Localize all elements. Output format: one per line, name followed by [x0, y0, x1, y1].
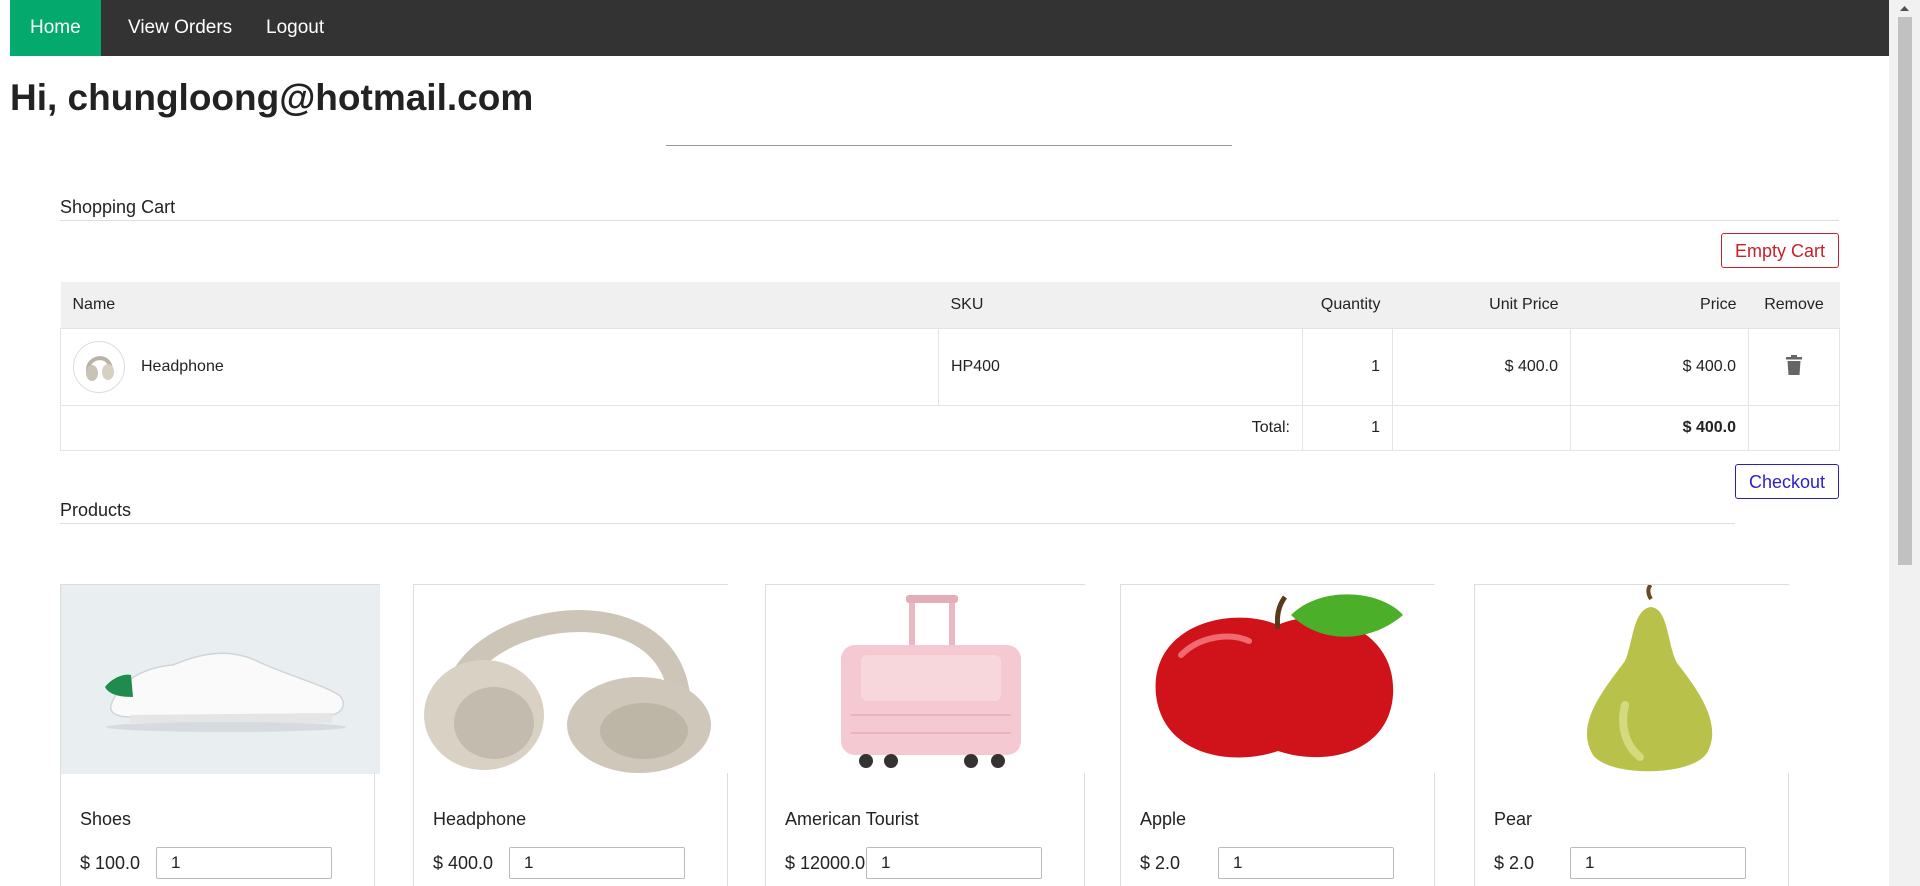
column-header-price: Price — [1570, 282, 1749, 329]
product-card: Pear $ 2.0 — [1474, 584, 1789, 886]
nav-view-orders-link[interactable]: View Orders — [108, 0, 252, 56]
product-card-body: Apple $ 2.0 — [1120, 773, 1435, 886]
shoe-image — [60, 584, 380, 774]
product-price: $ 400.0 — [433, 853, 494, 873]
cart-total-quantity: 1 — [1302, 405, 1393, 451]
column-header-remove: Remove — [1748, 282, 1840, 329]
cart-total-row: Total: 1 $ 400.0 — [60, 405, 1840, 451]
product-name: Pear — [1494, 809, 1533, 829]
pear-image — [1474, 584, 1789, 774]
cart-total-label: Total: — [60, 405, 1303, 451]
product-card-body: American Tourist $ 12000.0 — [765, 773, 1085, 886]
cart-item-name: Headphone — [141, 358, 224, 375]
product-name: Apple — [1140, 809, 1187, 829]
product-card-body: Headphone $ 400.0 — [413, 773, 728, 886]
column-header-sku: SKU — [938, 282, 1303, 329]
cart-item-sku: HP400 — [938, 328, 1303, 406]
scrollbar-thumb[interactable] — [1898, 17, 1912, 565]
cart-item-quantity: 1 — [1302, 328, 1393, 406]
greeting-heading: Hi, chungloong@hotmail.com — [10, 77, 534, 118]
product-card: Shoes $ 100.0 — [60, 584, 380, 886]
column-header-name: Name — [60, 282, 939, 329]
product-price: $ 12000.0 — [785, 853, 866, 873]
cart-total-spacer — [1392, 405, 1571, 451]
product-price: $ 100.0 — [80, 853, 141, 873]
empty-cart-button[interactable]: Empty Cart — [1721, 233, 1839, 268]
page: Home View Orders Logout Hi, chungloong@h… — [0, 0, 1889, 886]
headphone-thumbnail-icon — [73, 341, 125, 393]
cart-row: Headphone HP400 1 $ 400.0 $ 400.0 — [60, 328, 1840, 406]
cart-table: Name SKU Quantity Unit Price Price Remov… — [60, 282, 1840, 451]
top-nav: Home View Orders Logout — [10, 0, 1889, 56]
nav-logout-link[interactable]: Logout — [246, 0, 344, 56]
product-price: $ 2.0 — [1140, 853, 1181, 873]
quantity-input[interactable] — [156, 847, 332, 879]
product-name: Headphone — [433, 809, 527, 829]
product-name: American Tourist — [785, 809, 919, 829]
cart-item-unit-price: $ 400.0 — [1392, 328, 1571, 406]
column-header-quantity: Quantity — [1302, 282, 1393, 329]
apple-image — [1120, 584, 1435, 774]
product-price: $ 2.0 — [1494, 853, 1535, 873]
scroll-up-arrow-icon[interactable] — [1889, 0, 1920, 17]
cart-header-row: Name SKU Quantity Unit Price Price Remov… — [60, 282, 1840, 329]
divider — [666, 145, 1232, 146]
product-name: Shoes — [80, 809, 132, 829]
cart-total-empty — [1748, 405, 1840, 451]
quantity-input[interactable] — [1570, 847, 1746, 879]
products-rule — [60, 523, 1735, 524]
quantity-input[interactable] — [1218, 847, 1394, 879]
quantity-input[interactable] — [866, 847, 1042, 879]
vertical-scrollbar[interactable] — [1889, 0, 1920, 886]
product-card-body: Shoes $ 100.0 — [60, 773, 375, 886]
cart-total-price: $ 400.0 — [1570, 405, 1749, 451]
checkout-button[interactable]: Checkout — [1735, 464, 1839, 499]
headphone-image — [413, 584, 728, 774]
trash-icon[interactable] — [1786, 354, 1802, 380]
product-card: American Tourist $ 12000.0 — [765, 584, 1085, 886]
cart-item-remove-cell — [1748, 328, 1840, 406]
products-title: Products — [60, 500, 132, 520]
suitcase-image — [765, 584, 1085, 774]
nav-home-link[interactable]: Home — [10, 0, 101, 56]
column-header-unit-price: Unit Price — [1392, 282, 1571, 329]
shopping-cart-rule — [60, 220, 1839, 221]
cart-item-price: $ 400.0 — [1570, 328, 1749, 406]
shopping-cart-title: Shopping Cart — [60, 197, 176, 217]
product-card: Apple $ 2.0 — [1120, 584, 1435, 886]
product-card-body: Pear $ 2.0 — [1474, 773, 1789, 886]
cart-cell-name: Headphone — [60, 328, 939, 406]
quantity-input[interactable] — [509, 847, 685, 879]
product-card: Headphone $ 400.0 — [413, 584, 728, 886]
